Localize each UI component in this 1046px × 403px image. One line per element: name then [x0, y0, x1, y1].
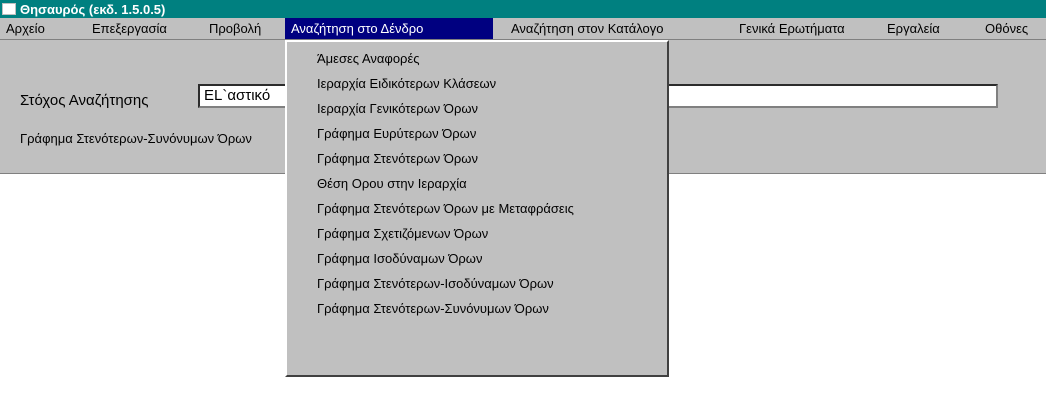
menu-item-general-term-hierarchy[interactable]: Ιεραρχία Γενικότερων Όρων: [287, 96, 667, 121]
menu-screens[interactable]: Οθόνες: [979, 18, 1034, 39]
menu-view[interactable]: Προβολή: [203, 18, 267, 39]
app-icon: [2, 3, 16, 15]
menu-item-narrower-synonym-terms-graph[interactable]: Γράφημα Στενότερων-Συνόνυμων Όρων: [287, 296, 667, 321]
menu-item-related-terms-graph[interactable]: Γράφημα Σχετιζόμενων Όρων: [287, 221, 667, 246]
menu-item-specific-class-hierarchy[interactable]: Ιεραρχία Ειδικότερων Κλάσεων: [287, 71, 667, 96]
menu-item-broader-terms-graph[interactable]: Γράφημα Ευρύτερων Όρων: [287, 121, 667, 146]
menu-item-equivalent-terms-graph[interactable]: Γράφημα Ισοδύναμων Όρων: [287, 246, 667, 271]
menu-bar: Αρχείο Επεξεργασία Προβολή Αναζήτηση στο…: [0, 18, 1046, 40]
menu-item-direct-references[interactable]: Άμεσες Αναφορές: [287, 46, 667, 71]
menu-tools[interactable]: Εργαλεία: [881, 18, 946, 39]
window-title-bar[interactable]: Θησαυρός (εκδ. 1.5.0.5): [0, 0, 1046, 18]
menu-file[interactable]: Αρχείο: [0, 18, 51, 39]
graph-title-label: Γράφημα Στενότερων-Συνόνυμων Όρων: [20, 131, 252, 146]
tree-search-dropdown-menu: Άμεσες Αναφορές Ιεραρχία Ειδικότερων Κλά…: [285, 40, 669, 377]
menu-item-narrower-terms-with-translations-graph[interactable]: Γράφημα Στενότερων Όρων με Μεταφράσεις: [287, 196, 667, 221]
menu-item-narrower-equivalent-terms-graph[interactable]: Γράφημα Στενότερων-Ισοδύναμων Όρων: [287, 271, 667, 296]
menu-edit[interactable]: Επεξεργασία: [86, 18, 173, 39]
search-target-label: Στόχος Αναζήτησης: [20, 92, 149, 109]
menu-item-narrower-terms-graph[interactable]: Γράφημα Στενότερων Όρων: [287, 146, 667, 171]
menu-general-queries[interactable]: Γενικά Ερωτήματα: [733, 18, 851, 39]
window-title: Θησαυρός (εκδ. 1.5.0.5): [20, 1, 166, 17]
menu-item-term-position-in-hierarchy[interactable]: Θέση Ορου στην Ιεραρχία: [287, 171, 667, 196]
menu-catalog-search[interactable]: Αναζήτηση στον Κατάλογο: [505, 18, 669, 39]
menu-tree-search[interactable]: Αναζήτηση στο Δένδρο: [285, 18, 493, 39]
